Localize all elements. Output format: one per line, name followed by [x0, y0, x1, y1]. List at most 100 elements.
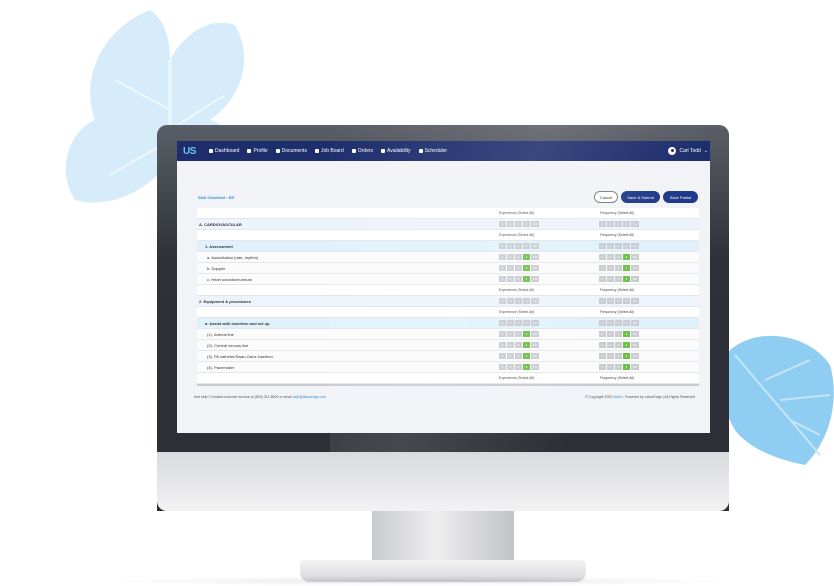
experience-option[interactable]: 3	[515, 254, 522, 260]
experience-option[interactable]: 4	[523, 331, 530, 337]
frequency-select-all[interactable]: Frequency (Select All)	[600, 310, 634, 314]
experience-option[interactable]: 2	[507, 276, 514, 282]
frequency-option[interactable]: 2	[607, 254, 614, 260]
experience-option[interactable]: 2	[507, 364, 514, 370]
frequency-option[interactable]: 1	[599, 298, 606, 304]
frequency-option[interactable]: 3	[615, 364, 622, 370]
experience-option[interactable]: 1	[499, 353, 506, 359]
frequency-option[interactable]: 2	[607, 364, 614, 370]
experience-select-all[interactable]: Experience (Select All)	[499, 211, 534, 215]
frequency-option[interactable]: 4	[623, 298, 630, 304]
frequency-option[interactable]: 1	[599, 254, 606, 260]
frequency-option[interactable]: 4	[623, 254, 630, 260]
frequency-option[interactable]: 1	[599, 265, 606, 271]
experience-option[interactable]: 3	[515, 331, 522, 337]
frequency-option[interactable]: 1	[599, 342, 606, 348]
frequency-option[interactable]: 3	[615, 221, 622, 227]
experience-option[interactable]: 1	[499, 243, 506, 249]
experience-option[interactable]: 3	[515, 353, 522, 359]
frequency-option[interactable]: NA	[631, 254, 639, 260]
nav-job-board[interactable]: Job Board	[314, 148, 344, 154]
frequency-option[interactable]: NA	[631, 364, 639, 370]
experience-option[interactable]: NA	[531, 298, 539, 304]
experience-option[interactable]: 4	[523, 265, 530, 271]
experience-option[interactable]: 1	[499, 342, 506, 348]
frequency-option[interactable]: 3	[615, 276, 622, 282]
experience-option[interactable]: 3	[515, 320, 522, 326]
frequency-option[interactable]: 4	[623, 221, 630, 227]
brand-link[interactable]: NetCo	[613, 395, 623, 399]
frequency-option[interactable]: 4	[623, 331, 630, 337]
frequency-option[interactable]: 1	[599, 243, 606, 249]
user-menu[interactable]: Carl Todd ⌄	[668, 141, 708, 161]
frequency-option[interactable]: 2	[607, 221, 614, 227]
experience-option[interactable]: 3	[515, 298, 522, 304]
frequency-option[interactable]: 3	[615, 254, 622, 260]
experience-option[interactable]: 2	[507, 353, 514, 359]
frequency-option[interactable]: 1	[599, 276, 606, 282]
frequency-option[interactable]: 1	[599, 353, 606, 359]
experience-option[interactable]: 2	[507, 298, 514, 304]
frequency-option[interactable]: 4	[623, 320, 630, 326]
frequency-option[interactable]: 3	[615, 298, 622, 304]
frequency-option[interactable]: 2	[607, 265, 614, 271]
frequency-option[interactable]: 3	[615, 243, 622, 249]
frequency-option[interactable]: 1	[599, 221, 606, 227]
frequency-option[interactable]: 3	[615, 353, 622, 359]
frequency-option[interactable]: 4	[623, 265, 630, 271]
experience-option[interactable]: NA	[531, 353, 539, 359]
experience-option[interactable]: 1	[499, 298, 506, 304]
frequency-option[interactable]: 1	[599, 331, 606, 337]
experience-option[interactable]: 4	[523, 276, 530, 282]
experience-option[interactable]: 2	[507, 342, 514, 348]
experience-option[interactable]: NA	[531, 265, 539, 271]
frequency-option[interactable]: 2	[607, 331, 614, 337]
frequency-option[interactable]: 4	[623, 243, 630, 249]
experience-option[interactable]: 1	[499, 265, 506, 271]
frequency-option[interactable]: NA	[631, 342, 639, 348]
experience-option[interactable]: 2	[507, 243, 514, 249]
experience-option[interactable]: NA	[531, 243, 539, 249]
frequency-option[interactable]: 4	[623, 364, 630, 370]
frequency-option[interactable]: 4	[623, 276, 630, 282]
experience-option[interactable]: 1	[499, 221, 506, 227]
cancel-button[interactable]: Cancel	[594, 191, 618, 203]
save-partial-button[interactable]: Save Partial	[663, 191, 698, 203]
experience-option[interactable]: NA	[531, 364, 539, 370]
experience-option[interactable]: 1	[499, 254, 506, 260]
frequency-option[interactable]: 4	[623, 342, 630, 348]
experience-option[interactable]: 4	[523, 364, 530, 370]
frequency-select-all[interactable]: Frequency (Select All)	[600, 211, 634, 215]
nav-dashboard[interactable]: Dashboard	[209, 148, 239, 154]
frequency-option[interactable]: 3	[615, 342, 622, 348]
experience-option[interactable]: 4	[523, 342, 530, 348]
experience-option[interactable]: 4	[523, 221, 530, 227]
nav-scheduler[interactable]: Scheduler	[418, 148, 447, 154]
experience-select-all[interactable]: Experience (Select All)	[499, 288, 534, 292]
frequency-option[interactable]: 1	[599, 364, 606, 370]
nav-profile[interactable]: Profile	[247, 148, 268, 154]
frequency-option[interactable]: NA	[631, 265, 639, 271]
experience-option[interactable]: 3	[515, 364, 522, 370]
experience-option[interactable]: 2	[507, 331, 514, 337]
frequency-option[interactable]: 2	[607, 353, 614, 359]
frequency-option[interactable]: 2	[607, 276, 614, 282]
experience-option[interactable]: 3	[515, 221, 522, 227]
frequency-select-all[interactable]: Frequency (Select All)	[600, 376, 634, 380]
frequency-select-all[interactable]: Frequency (Select All)	[600, 233, 634, 237]
frequency-option[interactable]: 3	[615, 265, 622, 271]
frequency-select-all[interactable]: Frequency (Select All)	[600, 288, 634, 292]
experience-option[interactable]: 1	[499, 364, 506, 370]
experience-option[interactable]: 4	[523, 298, 530, 304]
experience-option[interactable]: 4	[523, 254, 530, 260]
frequency-option[interactable]: NA	[631, 221, 639, 227]
experience-option[interactable]: 1	[499, 320, 506, 326]
frequency-option[interactable]: NA	[631, 353, 639, 359]
save-submit-button[interactable]: Save & Submit	[621, 191, 660, 203]
frequency-option[interactable]: 3	[615, 320, 622, 326]
frequency-option[interactable]: NA	[631, 320, 639, 326]
experience-option[interactable]: NA	[531, 254, 539, 260]
help-email-link[interactable]: help@laboredge.com	[293, 395, 326, 399]
nav-availability[interactable]: Availability	[381, 148, 411, 154]
frequency-option[interactable]: 2	[607, 298, 614, 304]
